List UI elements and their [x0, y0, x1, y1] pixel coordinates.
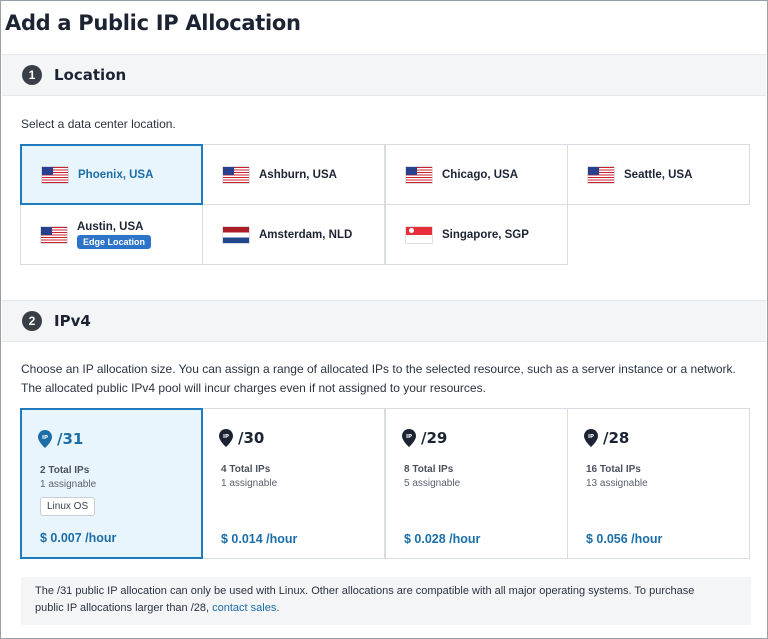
svg-text:IP: IP — [42, 435, 48, 441]
ip-prefix: /29 — [421, 429, 448, 447]
location-name: Austin, USA — [77, 220, 144, 233]
location-grid: Phoenix, USA Ashburn, USA Chicago, USA S… — [20, 144, 751, 266]
ip-price: $ 0.014 /hour — [221, 532, 298, 546]
us-flag-icon — [223, 166, 249, 183]
location-description: Select a data center location. — [21, 117, 176, 131]
location-name: Singapore, SGP — [442, 228, 529, 241]
location-card-singapore[interactable]: Singapore, SGP — [385, 204, 568, 265]
linux-os-tag: Linux OS — [40, 497, 96, 516]
contact-sales-link[interactable]: contact sales — [212, 602, 276, 614]
ip-assignable-count: 1 assignable — [221, 478, 278, 489]
location-name: Amsterdam, NLD — [259, 228, 353, 241]
ip-allocation-card-28[interactable]: IP /28 16 Total IPs 13 assignable $ 0.05… — [567, 408, 750, 559]
ip-price: $ 0.028 /hour — [404, 532, 481, 546]
ip-allocation-card-31[interactable]: IP /31 2 Total IPs 1 assignable Linux OS… — [20, 408, 203, 559]
page-title: Add a Public IP Allocation — [5, 11, 301, 35]
ip-pin-icon: IP — [584, 429, 598, 447]
ip-assignable-count: 5 assignable — [404, 478, 461, 489]
svg-text:IP: IP — [588, 434, 594, 440]
us-flag-icon — [41, 226, 67, 243]
ip-price: $ 0.007 /hour — [40, 531, 117, 545]
step-number-2: 2 — [22, 311, 42, 331]
ipv4-section-header: 2 IPv4 — [2, 300, 766, 342]
location-card-seattle[interactable]: Seattle, USA — [567, 144, 750, 205]
location-name: Seattle, USA — [624, 168, 693, 181]
location-name: Ashburn, USA — [259, 168, 337, 181]
ipv4-section-title: IPv4 — [54, 312, 91, 330]
location-card-amsterdam[interactable]: Amsterdam, NLD — [202, 204, 385, 265]
us-flag-icon — [42, 166, 68, 183]
svg-text:IP: IP — [223, 434, 229, 440]
ip-pin-icon: IP — [402, 429, 416, 447]
location-name: Phoenix, USA — [78, 168, 154, 181]
us-flag-icon — [406, 166, 432, 183]
ipv4-description-line-2: The allocated public IPv4 pool will incu… — [21, 381, 486, 395]
ip-pin-icon: IP — [219, 429, 233, 447]
ip-assignable-count: 1 assignable — [40, 479, 97, 490]
ip-total-count: 16 Total IPs — [586, 464, 641, 475]
ip-assignable-count: 13 assignable — [586, 478, 648, 489]
ip-allocation-card-30[interactable]: IP /30 4 Total IPs 1 assignable $ 0.014 … — [202, 408, 385, 559]
svg-text:IP: IP — [406, 434, 412, 440]
ip-allocation-card-29[interactable]: IP /29 8 Total IPs 5 assignable $ 0.028 … — [385, 408, 568, 559]
location-card-ashburn[interactable]: Ashburn, USA — [202, 144, 385, 205]
location-card-austin[interactable]: Austin, USA Edge Location — [20, 204, 203, 265]
ip-price: $ 0.056 /hour — [586, 532, 663, 546]
ip-total-count: 8 Total IPs — [404, 464, 454, 475]
location-section-title: Location — [54, 66, 127, 84]
ip-total-count: 2 Total IPs — [40, 465, 90, 476]
location-section-header: 1 Location — [2, 54, 766, 96]
ip-pin-icon: IP — [38, 430, 52, 448]
ipv4-info-note: The /31 public IP allocation can only be… — [21, 577, 751, 625]
sg-flag-icon — [406, 226, 432, 243]
ip-prefix: /30 — [238, 429, 265, 447]
ip-prefix: /28 — [603, 429, 630, 447]
edge-location-badge: Edge Location — [77, 234, 152, 249]
nl-flag-icon — [223, 226, 249, 243]
ip-total-count: 4 Total IPs — [221, 464, 271, 475]
us-flag-icon — [588, 166, 614, 183]
note-line-2: public IP allocations larger than /28, c… — [35, 600, 737, 617]
note-line-2-end: . — [276, 602, 280, 614]
location-card-chicago[interactable]: Chicago, USA — [385, 144, 568, 205]
ipv4-description-line-1: Choose an IP allocation size. You can as… — [21, 362, 736, 376]
location-card-phoenix[interactable]: Phoenix, USA — [20, 144, 203, 205]
step-number-1: 1 — [22, 65, 42, 85]
note-line-1: The /31 public IP allocation can only be… — [35, 585, 695, 597]
ip-prefix: /31 — [57, 430, 84, 448]
note-line-2-text: public IP allocations larger than /28, — [35, 602, 213, 614]
location-name: Chicago, USA — [442, 168, 519, 181]
